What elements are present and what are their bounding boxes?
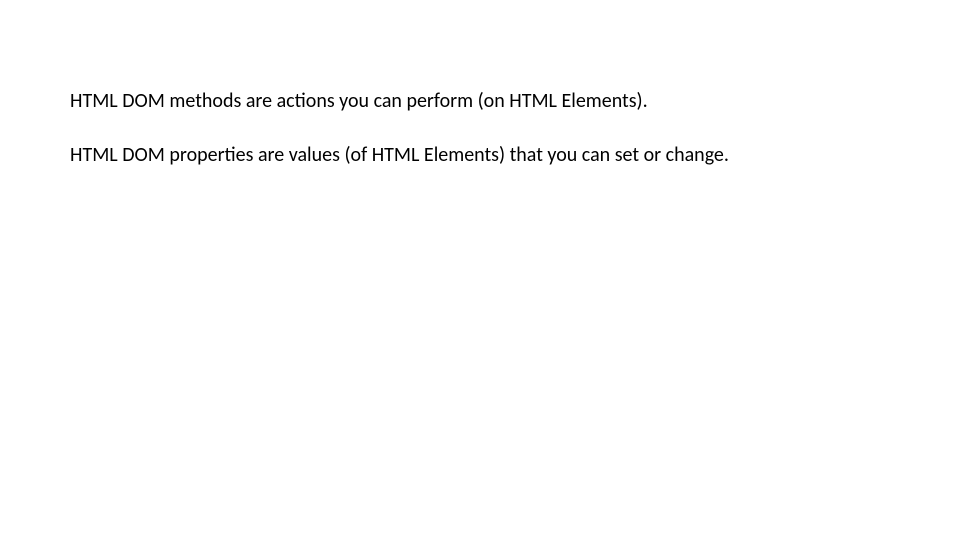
paragraph-properties: HTML DOM properties are values (of HTML …: [70, 142, 830, 168]
paragraph-methods: HTML DOM methods are actions you can per…: [70, 88, 830, 114]
